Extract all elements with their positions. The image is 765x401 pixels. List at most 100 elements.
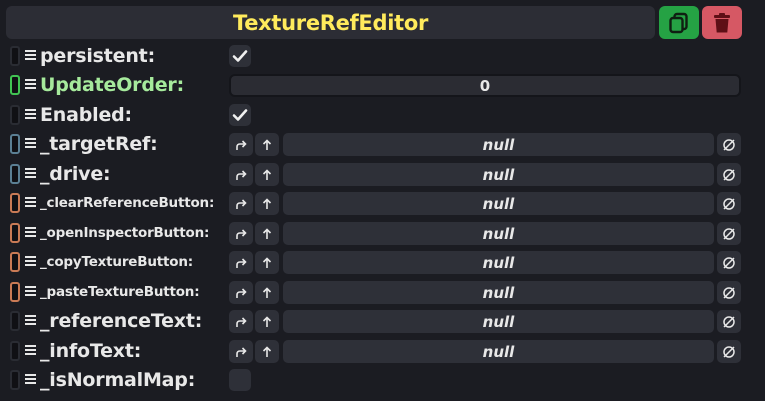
- duplicate-button[interactable]: [659, 6, 699, 39]
- clear-reference-button[interactable]: [717, 310, 741, 333]
- drag-handle-icon[interactable]: [10, 223, 20, 243]
- jump-to-icon: [236, 346, 247, 357]
- field-label: _referenceText:: [40, 310, 203, 332]
- field-label: _openInspectorButton:: [40, 225, 210, 241]
- arrow-up-icon: [262, 197, 272, 209]
- delete-button[interactable]: [702, 6, 742, 39]
- reference-field[interactable]: null: [283, 281, 714, 304]
- clear-null-icon: [723, 197, 735, 210]
- clear-reference-button[interactable]: [717, 163, 741, 186]
- checkbox[interactable]: [229, 45, 251, 67]
- jump-to-icon: [236, 169, 247, 180]
- field-menu-icon[interactable]: [25, 79, 36, 90]
- field-menu-icon[interactable]: [25, 315, 36, 326]
- field-label: UpdateOrder:: [40, 74, 184, 96]
- jump-to-button[interactable]: [229, 340, 253, 363]
- open-reference-button[interactable]: [255, 310, 279, 333]
- field-row-paste-texture-button: _pasteTextureButton: null: [0, 279, 765, 305]
- component-title: TextureRefEditor: [232, 10, 429, 35]
- drag-handle-icon[interactable]: [10, 282, 20, 302]
- jump-to-button[interactable]: [229, 222, 253, 245]
- clear-null-icon: [723, 227, 735, 240]
- clear-reference-button[interactable]: [717, 281, 741, 304]
- drag-handle-icon[interactable]: [10, 193, 20, 213]
- field-label: _pasteTextureButton:: [40, 284, 200, 300]
- drag-handle-icon[interactable]: [10, 370, 20, 390]
- clear-null-icon: [723, 256, 735, 269]
- jump-to-icon: [236, 139, 247, 150]
- open-reference-button[interactable]: [255, 192, 279, 215]
- drag-handle-icon[interactable]: [10, 252, 20, 272]
- field-row-clear-reference-button: _clearReferenceButton: null: [0, 190, 765, 216]
- open-reference-button[interactable]: [255, 281, 279, 304]
- field-menu-icon[interactable]: [25, 286, 36, 297]
- open-reference-button[interactable]: [255, 163, 279, 186]
- arrow-up-icon: [262, 315, 272, 327]
- clear-null-icon: [723, 345, 735, 358]
- field-label: Enabled:: [40, 104, 132, 126]
- field-menu-icon[interactable]: [25, 345, 36, 356]
- clear-reference-button[interactable]: [717, 133, 741, 156]
- clear-null-icon: [723, 168, 735, 181]
- arrow-up-icon: [262, 345, 272, 357]
- drag-handle-icon[interactable]: [10, 75, 20, 95]
- field-row-is-normal-map: _isNormalMap:: [0, 367, 765, 393]
- clear-null-icon: [723, 286, 735, 299]
- clear-reference-button[interactable]: [717, 251, 741, 274]
- field-menu-icon[interactable]: [25, 50, 36, 61]
- reference-field[interactable]: null: [283, 251, 714, 274]
- checkbox[interactable]: [229, 104, 251, 126]
- reference-field[interactable]: null: [283, 310, 714, 333]
- drag-handle-icon[interactable]: [10, 341, 20, 361]
- jump-to-icon: [236, 316, 247, 327]
- jump-to-button[interactable]: [229, 310, 253, 333]
- field-menu-icon[interactable]: [25, 168, 36, 179]
- field-label: persistent:: [40, 45, 155, 67]
- drag-handle-icon[interactable]: [10, 164, 20, 184]
- reference-field[interactable]: null: [283, 133, 714, 156]
- open-reference-button[interactable]: [255, 133, 279, 156]
- jump-to-button[interactable]: [229, 163, 253, 186]
- arrow-up-icon: [262, 286, 272, 298]
- arrow-up-icon: [262, 227, 272, 239]
- field-row-open-inspector-button: _openInspectorButton: null: [0, 220, 765, 246]
- field-label: _targetRef:: [40, 133, 158, 155]
- open-reference-button[interactable]: [255, 251, 279, 274]
- reference-field[interactable]: null: [283, 192, 714, 215]
- checkmark-icon: [232, 50, 248, 62]
- field-row-reference-text: _referenceText: null: [0, 308, 765, 334]
- field-row-persistent: persistent:: [0, 43, 765, 69]
- checkbox[interactable]: [229, 369, 251, 391]
- field-menu-icon[interactable]: [25, 374, 36, 385]
- open-reference-button[interactable]: [255, 340, 279, 363]
- field-menu-icon[interactable]: [25, 256, 36, 267]
- drag-handle-icon[interactable]: [10, 46, 20, 66]
- field-row-info-text: _infoText: null: [0, 338, 765, 364]
- jump-to-button[interactable]: [229, 133, 253, 156]
- clear-null-icon: [723, 138, 735, 151]
- trash-icon: [714, 12, 730, 32]
- field-menu-icon[interactable]: [25, 227, 36, 238]
- jump-to-icon: [236, 257, 247, 268]
- field-label: _infoText:: [40, 340, 142, 362]
- drag-handle-icon[interactable]: [10, 105, 20, 125]
- drag-handle-icon[interactable]: [10, 311, 20, 331]
- arrow-up-icon: [262, 168, 272, 180]
- field-label: _copyTextureButton:: [40, 254, 193, 270]
- field-menu-icon[interactable]: [25, 109, 36, 120]
- clear-reference-button[interactable]: [717, 222, 741, 245]
- jump-to-button[interactable]: [229, 281, 253, 304]
- reference-field[interactable]: null: [283, 222, 714, 245]
- jump-to-button[interactable]: [229, 192, 253, 215]
- field-menu-icon[interactable]: [25, 197, 36, 208]
- number-input[interactable]: 0: [229, 74, 741, 97]
- drag-handle-icon[interactable]: [10, 134, 20, 154]
- jump-to-button[interactable]: [229, 251, 253, 274]
- field-menu-icon[interactable]: [25, 138, 36, 149]
- clear-reference-button[interactable]: [717, 340, 741, 363]
- open-reference-button[interactable]: [255, 222, 279, 245]
- clear-reference-button[interactable]: [717, 192, 741, 215]
- reference-field[interactable]: null: [283, 340, 714, 363]
- field-row-update-order: UpdateOrder: 0: [0, 72, 765, 98]
- reference-field[interactable]: null: [283, 163, 714, 186]
